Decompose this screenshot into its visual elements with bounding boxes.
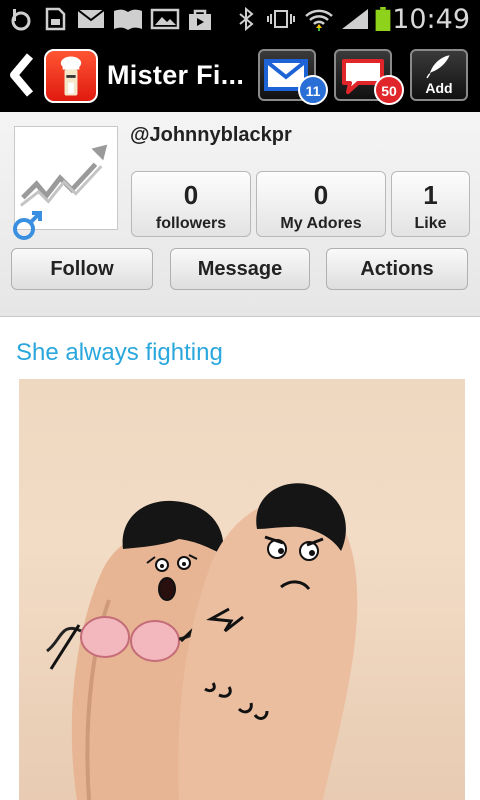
bluetooth-icon [239,7,254,31]
post-title[interactable]: She always fighting [16,339,223,367]
sd-card-icon [45,7,66,31]
post-image[interactable] [19,379,465,800]
chef-mascot-icon [60,56,82,96]
actions-button[interactable]: Actions [326,248,468,290]
username: @Johnnyblackpr [130,124,292,146]
app-notification-icon [11,9,31,31]
male-gender-icon [13,211,42,240]
like-count: 1 [423,180,438,210]
comments-button[interactable]: 50 [334,49,404,105]
status-bar: 10:49 [0,0,480,38]
back-chevron-icon[interactable] [6,52,36,98]
comments-badge: 50 [374,75,404,105]
post-content: She always fighting [0,317,480,800]
vibrate-icon [267,10,295,28]
app-title: Mister Fi... [107,60,245,90]
gallery-icon [150,8,180,30]
signal-icon [342,9,368,29]
clock: 10:49 [392,4,470,35]
followers-label: followers [155,215,227,232]
battery-icon [375,7,391,31]
action-bar: Mister Fi... 11 50 Add [0,38,480,112]
followers-count: 0 [183,180,199,210]
adores-count: 0 [313,180,329,210]
followers-stat[interactable]: 0 followers [131,171,251,237]
like-stat[interactable]: 1 Like [391,171,470,237]
finger-cartoon-illustration [46,483,358,800]
store-bag-icon [189,9,211,30]
adores-label: My Adores [280,215,362,232]
book-icon [114,9,142,30]
message-button[interactable]: Message [170,248,310,290]
adores-stat[interactable]: 0 My Adores [256,171,386,237]
follow-button[interactable]: Follow [11,248,153,290]
add-label: Add [425,80,453,96]
like-label: Like [414,215,447,232]
messages-button[interactable]: 11 [258,49,328,105]
wifi-icon [305,9,333,31]
app-logo[interactable] [44,49,98,103]
add-button[interactable]: Add [410,49,468,101]
mail-icon [77,9,105,28]
messages-badge: 11 [298,75,328,105]
profile-header: @Johnnyblackpr 0 followers 0 My Adores 1… [0,112,480,317]
